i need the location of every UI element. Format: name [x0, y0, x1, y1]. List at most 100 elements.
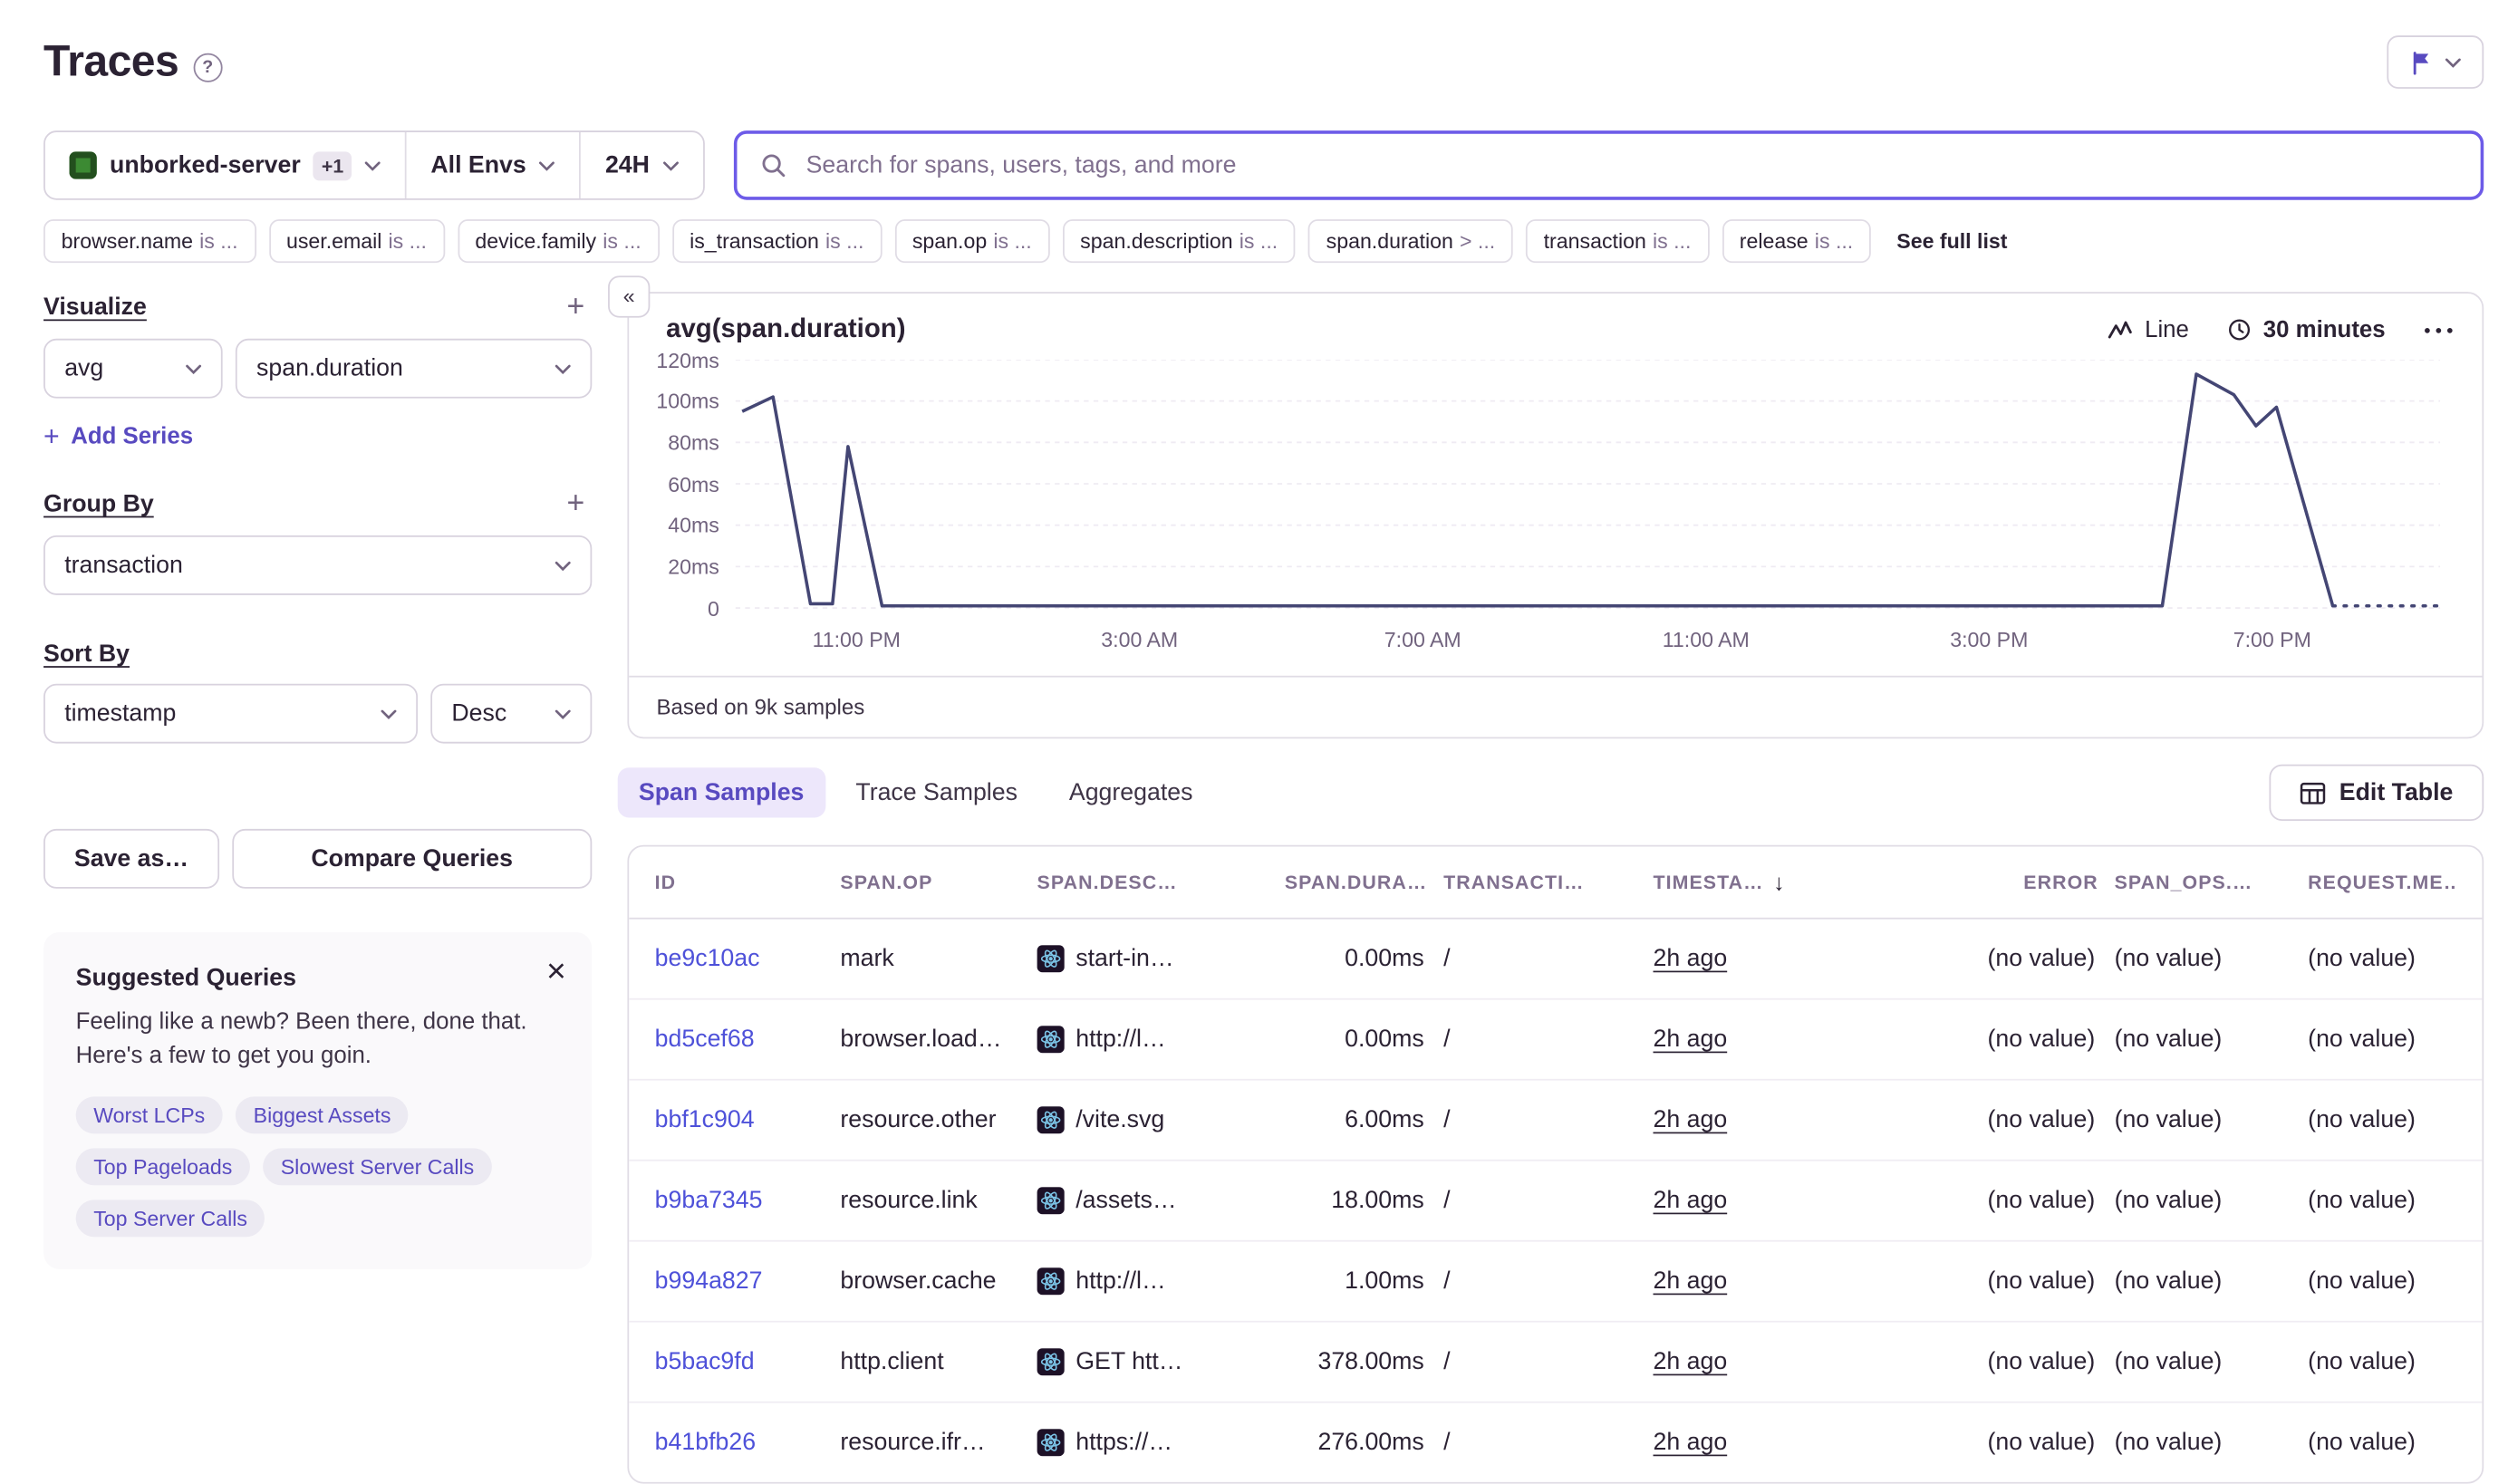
sort-desc-icon[interactable]: ↓ [1773, 869, 1786, 894]
cell-duration: 1.00ms [1247, 1267, 1443, 1295]
search-bar[interactable] [734, 130, 2484, 200]
timestamp-link[interactable]: 2h ago [1654, 1267, 1728, 1295]
filter-chip-key: span.description [1080, 229, 1233, 254]
environment-selector[interactable]: All Envs [405, 132, 580, 198]
span-id-link[interactable]: be9c10ac [655, 945, 760, 972]
x-tick-label: 11:00 PM [813, 627, 901, 651]
project-platform-icon [1037, 1267, 1065, 1295]
traces-page: Traces ? unborked-server +1 All Envs [0, 0, 2508, 1448]
timestamp-link[interactable]: 2h ago [1654, 1429, 1728, 1456]
tab-span-samples[interactable]: Span Samples [618, 767, 825, 817]
span-id-link[interactable]: b994a827 [655, 1267, 763, 1295]
column-header-error[interactable]: ERROR [1876, 871, 2114, 893]
time-range-selector[interactable]: 24H [579, 132, 702, 198]
aggregate-select[interactable]: avg [43, 339, 223, 399]
cell-duration: 6.00ms [1247, 1106, 1443, 1133]
suggested-query-biggest-assets[interactable]: Biggest Assets [236, 1096, 409, 1133]
sort-field-select[interactable]: timestamp [43, 684, 418, 744]
cell-transaction: / [1443, 1106, 1653, 1133]
cell-transaction: / [1443, 1348, 1653, 1375]
edit-table-button[interactable]: Edit Table [2270, 765, 2484, 821]
search-input[interactable] [803, 150, 2458, 181]
help-icon[interactable]: ? [193, 53, 222, 82]
column-header-request-me[interactable]: REQUEST.ME… [2308, 871, 2456, 893]
timestamp-link[interactable]: 2h ago [1654, 1348, 1728, 1375]
see-full-list-button[interactable]: See full list [1884, 219, 2021, 263]
filter-chip-user-email[interactable]: user.emailis ... [268, 219, 444, 263]
save-as-button[interactable]: Save as… [43, 829, 219, 889]
group-by-select[interactable]: transaction [43, 535, 592, 595]
filter-chip-span-duration[interactable]: span.duration> ... [1308, 219, 1513, 263]
column-header-span-op[interactable]: SPAN.OP [840, 871, 1037, 893]
flag-icon [2409, 49, 2434, 74]
cell-transaction: / [1443, 945, 1653, 972]
aggregate-value: avg [64, 355, 103, 382]
chart-more-button[interactable] [2424, 326, 2453, 332]
span-id-link[interactable]: bbf1c904 [655, 1106, 755, 1133]
column-header-transacti[interactable]: TRANSACTI… [1443, 871, 1653, 893]
collapse-sidebar-button[interactable]: « [608, 275, 650, 317]
cell-duration: 18.00ms [1247, 1187, 1443, 1214]
close-icon[interactable]: × [546, 955, 566, 988]
filter-chip-span-description[interactable]: span.descriptionis ... [1063, 219, 1296, 263]
filter-chip-transaction[interactable]: transactionis ... [1526, 219, 1709, 263]
cell-timestamp: 2h ago [1654, 945, 1876, 972]
y-tick-label: 60ms [629, 472, 719, 496]
clock-icon [2228, 318, 2252, 342]
filter-chip-device-family[interactable]: device.familyis ... [458, 219, 659, 263]
suggested-query-worst-lcps[interactable]: Worst LCPs [76, 1096, 223, 1133]
table-row: b41bfb26resource.ifr…https://…276.00ms/2… [629, 1403, 2482, 1482]
span-id-link[interactable]: b5bac9fd [655, 1348, 755, 1375]
visualize-controls: avg span.duration [43, 339, 592, 399]
cell-span_op: browser.cache [840, 1267, 1037, 1295]
chart-type-button[interactable]: Line [2108, 317, 2189, 342]
chevron-down-icon [2445, 57, 2461, 67]
cell-id: be9c10ac [655, 945, 841, 972]
timestamp-link[interactable]: 2h ago [1654, 1106, 1728, 1133]
interval-button[interactable]: 30 minutes [2228, 317, 2386, 342]
filter-chip-is-transaction[interactable]: is_transactionis ... [672, 219, 883, 263]
cell-desc: http://l… [1037, 1267, 1247, 1295]
add-series-button[interactable]: + Add Series [43, 421, 193, 454]
cell-id: b41bfb26 [655, 1429, 841, 1456]
suggested-query-top-server-calls[interactable]: Top Server Calls [76, 1200, 265, 1237]
cell-duration: 276.00ms [1247, 1429, 1443, 1456]
project-selector[interactable]: unborked-server +1 [45, 132, 405, 198]
tab-aggregates[interactable]: Aggregates [1048, 767, 1214, 817]
group-by-value: transaction [64, 552, 183, 579]
span-id-link[interactable]: bd5cef68 [655, 1026, 755, 1053]
sort-direction-select[interactable]: Desc [430, 684, 592, 744]
column-header-label: TIMESTA… [1654, 871, 1764, 893]
field-select[interactable]: span.duration [236, 339, 592, 399]
tab-trace-samples[interactable]: Trace Samples [834, 767, 1038, 817]
filter-chip-browser-name[interactable]: browser.nameis ... [43, 219, 256, 263]
column-header-span-ops[interactable]: SPAN_OPS.… [2115, 871, 2309, 893]
line-chart[interactable]: 120ms100ms80ms60ms40ms20ms0 11:00 PM3:00… [629, 350, 2482, 676]
column-header-id[interactable]: ID [655, 871, 841, 893]
add-group-by-icon[interactable]: + [560, 488, 593, 519]
span-id-link[interactable]: b9ba7345 [655, 1187, 763, 1214]
y-tick-label: 120ms [629, 348, 719, 372]
timestamp-link[interactable]: 2h ago [1654, 1026, 1728, 1053]
timestamp-link[interactable]: 2h ago [1654, 945, 1728, 972]
chart-footer: Based on 9k samples [629, 676, 2482, 737]
timestamp-link[interactable]: 2h ago [1654, 1187, 1728, 1214]
filter-chip-release[interactable]: releaseis ... [1722, 219, 1871, 263]
add-visualize-icon[interactable]: + [560, 292, 593, 323]
table-icon [2301, 780, 2326, 805]
chevron-down-icon [555, 708, 571, 718]
filter-chip-span-op[interactable]: span.opis ... [894, 219, 1049, 263]
column-header-span-dura[interactable]: SPAN.DURA… [1247, 871, 1443, 893]
table-body: be9c10acmarkstart-in…0.00ms/2h ago(no va… [629, 920, 2482, 1482]
feature-flag-button[interactable] [2387, 35, 2484, 89]
ellipsis-icon [2424, 326, 2453, 332]
column-header-span-desc[interactable]: SPAN.DESC… [1037, 871, 1247, 893]
column-header-timesta[interactable]: TIMESTA… ↓ [1654, 869, 1876, 894]
cell-span_op: http.client [840, 1348, 1037, 1375]
suggested-query-top-pageloads[interactable]: Top Pageloads [76, 1148, 250, 1185]
column-header-label: SPAN.OP [840, 871, 932, 893]
span-id-link[interactable]: b41bfb26 [655, 1429, 756, 1456]
x-tick-label: 3:00 PM [1950, 627, 2028, 651]
suggested-query-slowest-server-calls[interactable]: Slowest Server Calls [263, 1148, 492, 1185]
compare-queries-button[interactable]: Compare Queries [232, 829, 592, 889]
